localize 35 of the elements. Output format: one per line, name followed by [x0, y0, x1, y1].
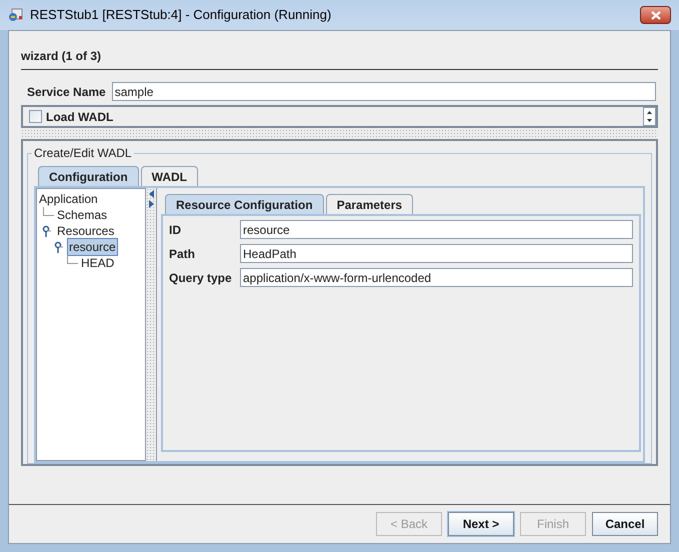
up-arrow-icon — [647, 110, 652, 114]
spinner-control[interactable] — [643, 107, 656, 126]
tree-item[interactable]: HEAD — [79, 254, 116, 272]
input-field[interactable]: application/x-www-form-urlencoded — [240, 268, 633, 287]
load-wadl-checkbox[interactable]: Load WADL — [29, 108, 114, 126]
field-label: ID — [169, 222, 182, 238]
tree-line-icon — [67, 254, 78, 264]
checkbox[interactable] — [29, 110, 42, 123]
app-icon — [8, 7, 24, 23]
tree-handle-icon[interactable] — [53, 241, 63, 253]
field-label: Path — [169, 246, 196, 262]
wizard-step-title: wizard (1 of 3) — [21, 48, 102, 65]
tree-line-icon — [43, 206, 54, 216]
close-icon — [650, 10, 662, 20]
down-arrow-icon — [647, 119, 652, 122]
wizard-button[interactable]: Next > — [448, 512, 514, 536]
window-title: RESTStub1 [RESTStub:4] - Configuration (Running) — [30, 6, 332, 24]
input-field[interactable]: sample — [112, 82, 656, 101]
tab[interactable]: Parameters — [326, 194, 414, 214]
tab[interactable]: WADL — [140, 166, 198, 186]
field-label: Query type — [169, 270, 233, 286]
tree-item[interactable]: Resources — [55, 222, 116, 240]
wizard-button[interactable]: Cancel — [592, 512, 658, 536]
field-label: Service Name — [27, 84, 106, 100]
tree-item[interactable]: Application — [37, 190, 100, 208]
tree-handle-icon[interactable] — [41, 225, 51, 237]
tab[interactable]: Configuration — [38, 166, 139, 186]
right-arrow-icon[interactable] — [148, 200, 154, 208]
input-field[interactable]: HeadPath — [240, 244, 633, 263]
tree-item[interactable]: resource — [67, 238, 118, 256]
tree-item[interactable]: Schemas — [55, 206, 110, 224]
left-arrow-icon[interactable] — [148, 190, 154, 198]
input-field[interactable]: resource — [240, 220, 633, 239]
close-button[interactable] — [640, 6, 671, 24]
tab[interactable]: Resource Configuration — [165, 194, 324, 214]
